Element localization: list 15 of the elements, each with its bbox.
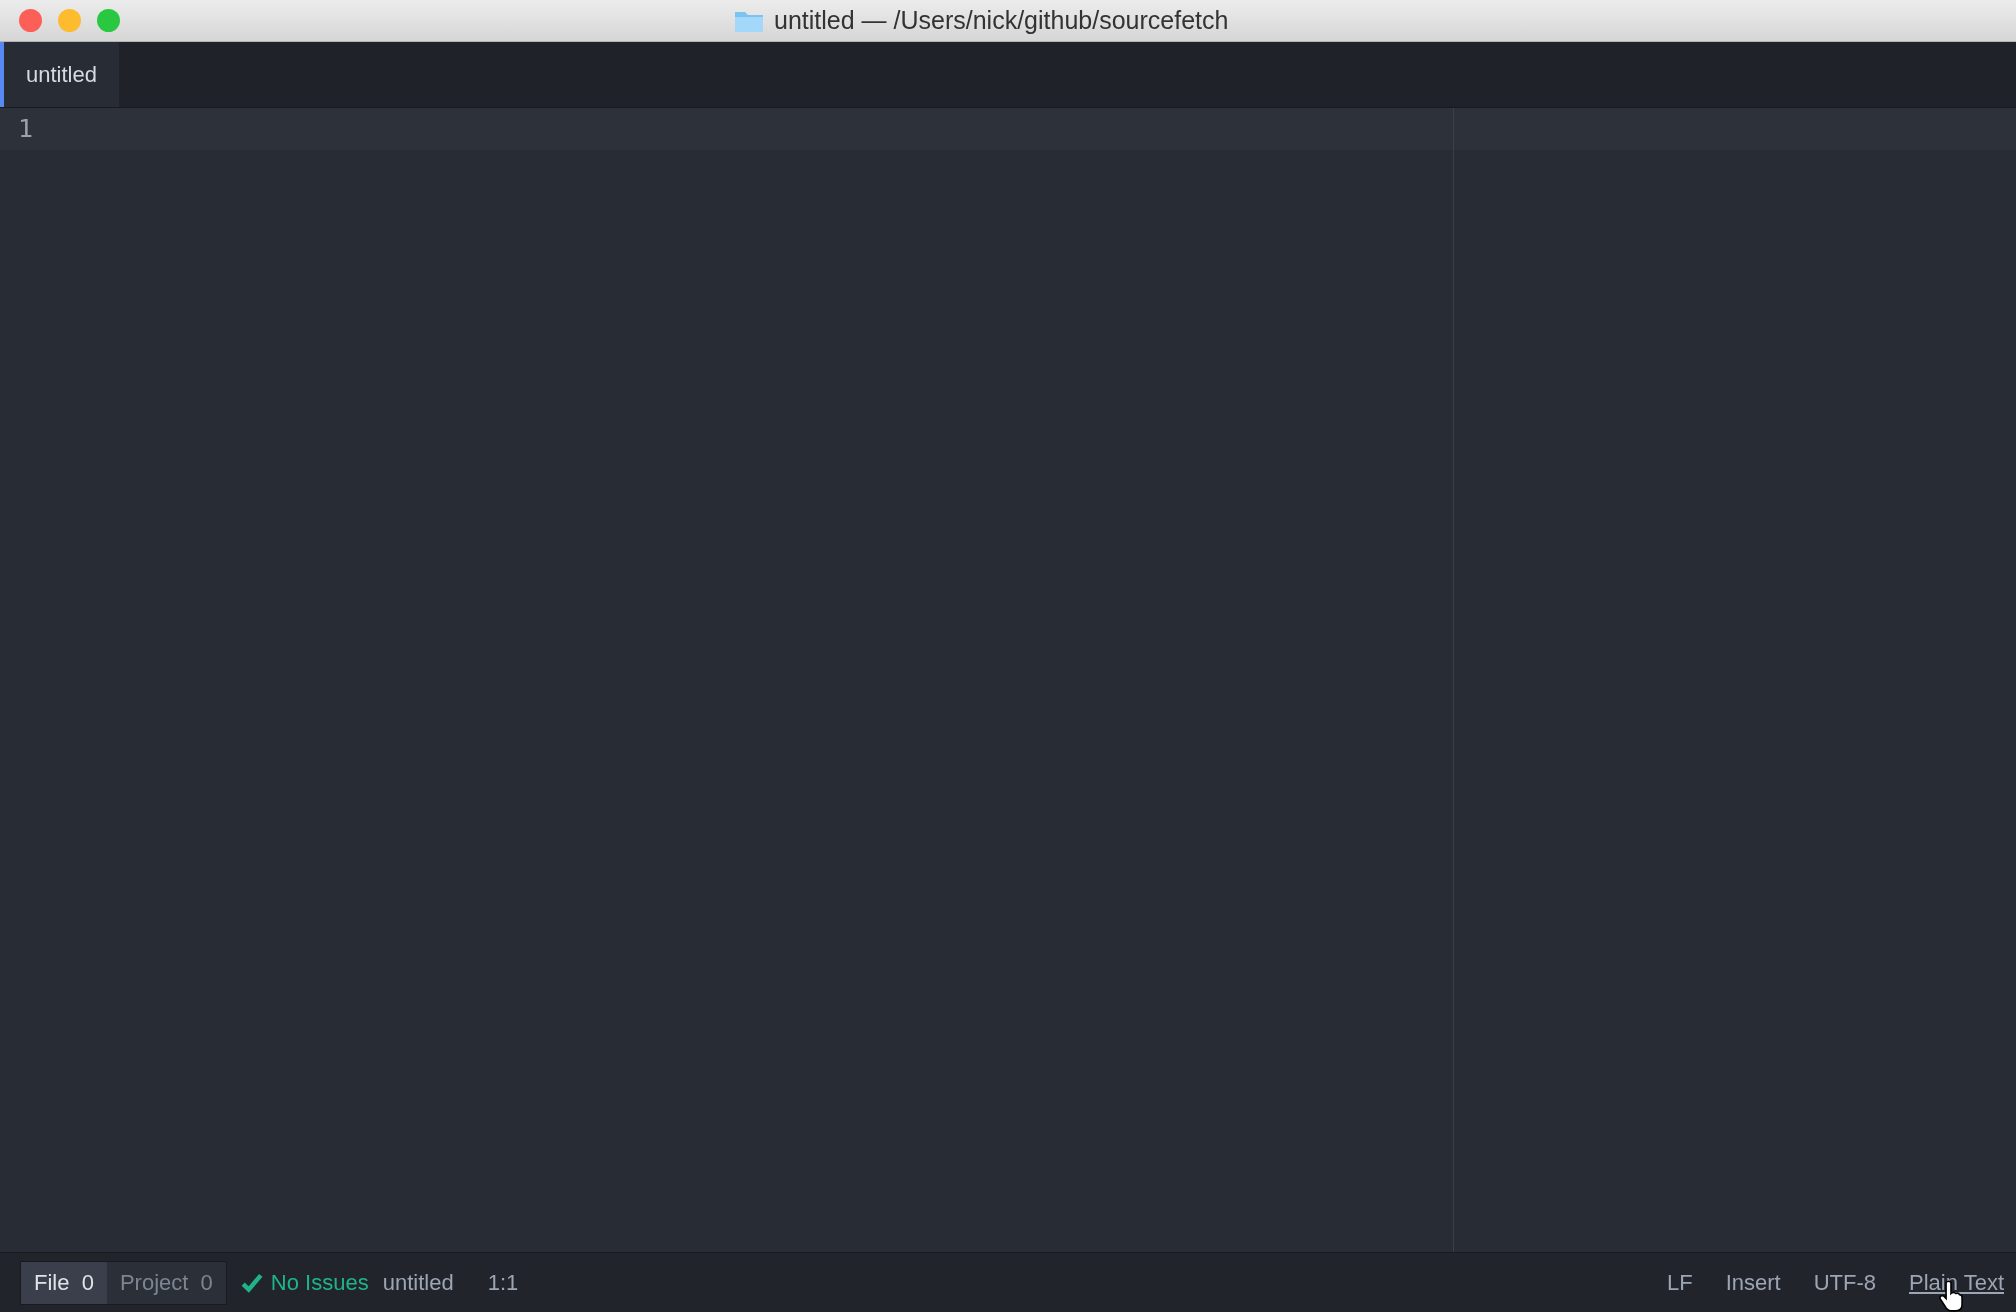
issues-status[interactable]: No Issues [270,1269,369,1296]
status-item[interactable]: UTF-8 [1813,1269,1876,1296]
file-name[interactable]: untitled [382,1269,454,1296]
cursor-position[interactable]: 1:1 [487,1269,519,1296]
line-number: 1 [0,108,104,150]
status-item[interactable]: LF [1666,1269,1693,1296]
window-title: untitled — /Users/nick/github/sourcefetch [774,6,1229,35]
minimize-button[interactable] [58,9,81,32]
zoom-button[interactable] [97,9,120,32]
status-item[interactable]: Insert [1725,1269,1781,1296]
close-button[interactable] [19,9,42,32]
linter-tab[interactable]: File 0 [21,1261,107,1304]
editor-tab[interactable]: untitled [0,42,119,107]
linter-tab[interactable]: Project 0 [106,1261,226,1304]
checkmark-icon [240,1272,263,1293]
